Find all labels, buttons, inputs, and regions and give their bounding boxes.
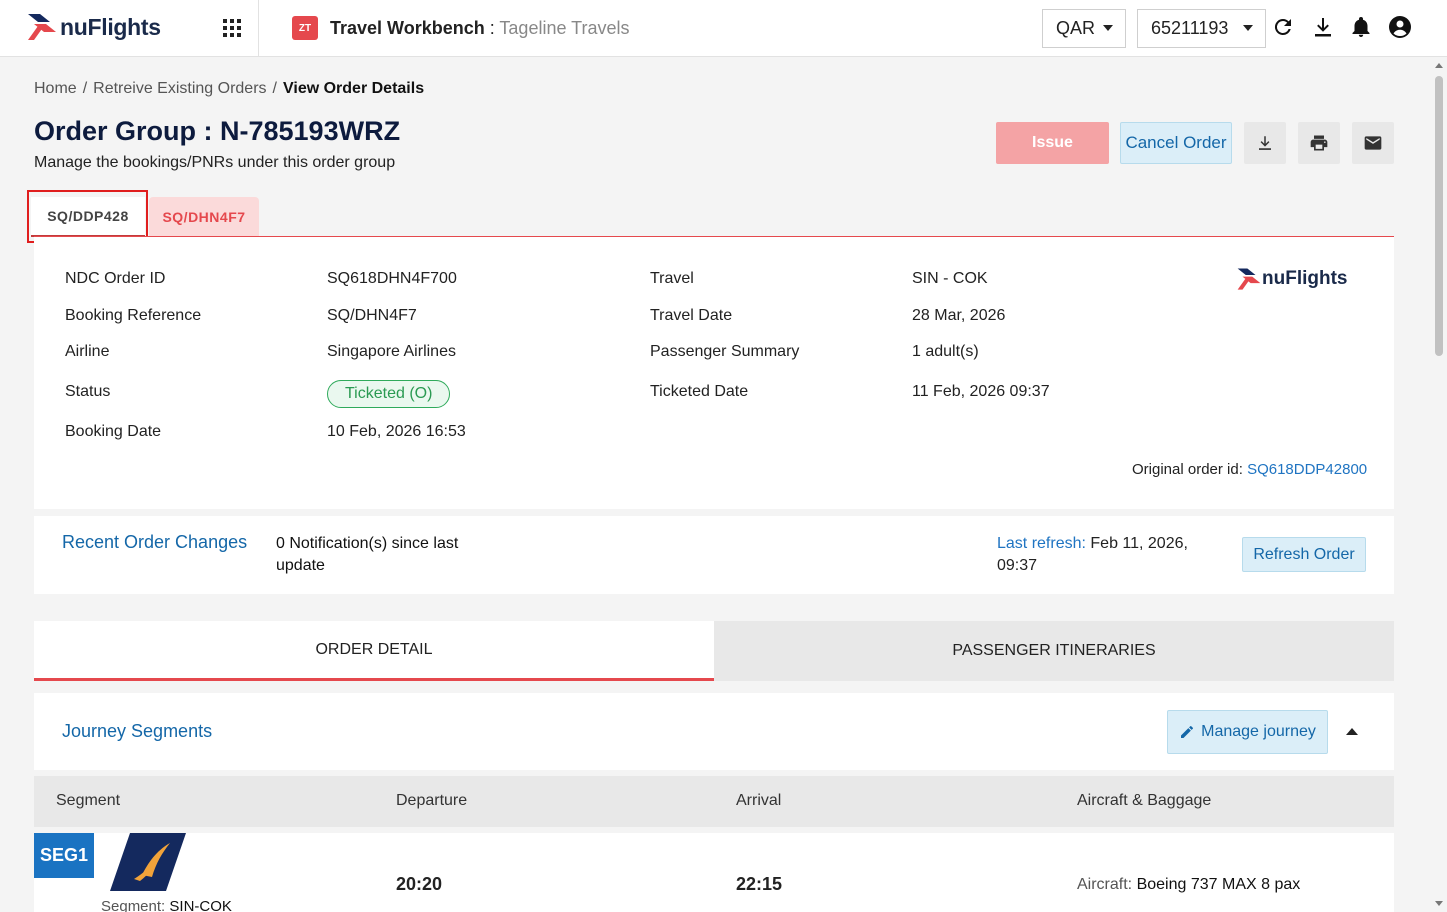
- departure-time: 20:20: [396, 874, 443, 894]
- page-title: Order Group : N-785193WRZ: [34, 116, 401, 146]
- nuflights-logo-mark: [28, 14, 56, 40]
- card-brand-name: nuFlights: [1262, 268, 1348, 289]
- status-label: Status: [65, 383, 111, 400]
- notification-count: 0 Notification(s) since last update: [276, 535, 459, 574]
- segment-badge: SEG1: [34, 833, 94, 878]
- chevron-down-icon: [1243, 25, 1253, 31]
- aircraft-label: Aircraft:: [1077, 876, 1133, 893]
- manage-journey-button[interactable]: Manage journey: [1167, 710, 1328, 754]
- last-refresh-label: Last refresh:: [997, 535, 1086, 552]
- passenger-summary-label: Passenger Summary: [650, 343, 800, 360]
- download-icon: [1259, 136, 1271, 150]
- ticketed-date-value: 11 Feb, 2026 09:37: [912, 383, 1050, 400]
- cancel-order-button[interactable]: Cancel Order: [1120, 122, 1232, 164]
- breadcrumb: Home / Retreive Existing Orders / View O…: [34, 80, 424, 98]
- original-order-link[interactable]: SQ618DDP42800: [1247, 461, 1367, 478]
- email-button[interactable]: [1352, 122, 1394, 164]
- column-segment: Segment: [56, 792, 121, 809]
- breadcrumb-separator: /: [272, 80, 277, 97]
- segment-route-label: Segment:: [101, 898, 166, 912]
- account-select[interactable]: 65211193: [1137, 9, 1266, 48]
- account-value: 65211193: [1151, 18, 1229, 38]
- refresh-icon[interactable]: [1271, 15, 1295, 39]
- breadcrumb-current: View Order Details: [282, 80, 425, 97]
- original-order: Original order id: SQ618DDP42800: [1132, 461, 1367, 478]
- download-order-button[interactable]: [1244, 122, 1286, 164]
- issue-button[interactable]: Issue: [996, 122, 1109, 164]
- brand-name: nuFlights: [60, 13, 161, 40]
- pencil-icon: [1181, 725, 1194, 738]
- travel-label: Travel: [650, 270, 694, 287]
- ndc-order-id-value: SQ618DHN4F700: [327, 270, 457, 287]
- travel-date-label: Travel Date: [650, 307, 733, 324]
- tab-order-detail[interactable]: ORDER DETAIL: [34, 621, 714, 681]
- aircraft-info: Aircraft: Boeing 737 MAX 8 pax: [1077, 876, 1300, 894]
- booking-reference-value: SQ/DHN4F7: [327, 307, 417, 324]
- currency-select[interactable]: QAR: [1042, 9, 1126, 48]
- column-departure: Departure: [396, 792, 468, 809]
- airline-value: Singapore Airlines: [327, 343, 456, 360]
- breadcrumb-home[interactable]: Home: [34, 80, 77, 98]
- table-row: [34, 833, 1394, 912]
- booking-date-label: Booking Date: [65, 423, 162, 440]
- segment-route: Segment: SIN-COK: [101, 898, 232, 912]
- travel-value: SIN - COK: [912, 270, 988, 287]
- column-aircraft-baggage: Aircraft & Baggage: [1077, 792, 1212, 809]
- arrival-time: 22:15: [736, 874, 783, 894]
- segment-route-value: SIN-COK: [169, 898, 232, 912]
- currency-value: QAR: [1056, 18, 1096, 38]
- brand-logo[interactable]: nuFlights: [26, 12, 161, 42]
- booking-reference-label: Booking Reference: [65, 307, 202, 324]
- status-badge: Ticketed (O): [327, 380, 451, 408]
- ticketed-date-label: Ticketed Date: [650, 383, 749, 400]
- journey-segments-title: Journey Segments: [62, 721, 213, 741]
- breadcrumb-retrieve-orders[interactable]: Retreive Existing Orders: [93, 80, 266, 98]
- mail-icon: [1364, 136, 1382, 150]
- print-icon: [1310, 135, 1328, 151]
- top-bar: nuFlights ZT Travel Workbench : Tageline…: [0, 0, 1447, 57]
- download-icon[interactable]: [1311, 15, 1335, 39]
- print-button[interactable]: [1298, 122, 1340, 164]
- user-account-icon[interactable]: [1388, 15, 1412, 39]
- manage-journey-label: Manage journey: [1201, 723, 1316, 740]
- last-refresh: Last refresh: Feb 11, 2026, 09:37: [997, 533, 1197, 577]
- apps-grid-icon[interactable]: [222, 18, 242, 38]
- workbench-icon: ZT: [292, 16, 318, 40]
- bell-icon[interactable]: [1349, 15, 1373, 39]
- booking-date-value: 10 Feb, 2026 16:53: [327, 423, 466, 440]
- airline-label: Airline: [65, 343, 110, 360]
- workbench-name: Travel Workbench: [330, 18, 485, 38]
- aircraft-value: Boeing 737 MAX 8 pax: [1136, 876, 1301, 893]
- nuflights-logo-mark: [1237, 268, 1261, 290]
- agency-name: Tageline Travels: [499, 18, 630, 38]
- breadcrumb-separator: /: [82, 80, 88, 97]
- ndc-order-id-label: NDC Order ID: [65, 270, 166, 287]
- order-tab-dhn4f7[interactable]: SQ/DHN4F7: [149, 197, 259, 237]
- passenger-summary-value: 1 adult(s): [912, 343, 979, 360]
- chevron-up-icon[interactable]: [1346, 728, 1358, 735]
- chevron-down-icon: [1103, 25, 1113, 31]
- tab-passenger-itineraries[interactable]: PASSENGER ITINERARIES: [714, 621, 1394, 681]
- scroll-up-arrow[interactable]: [1435, 63, 1443, 68]
- scroll-down-arrow[interactable]: [1435, 901, 1443, 906]
- workbench-title: Travel Workbench : Tageline Travels: [330, 18, 630, 39]
- page-subtitle: Manage the bookings/PNRs under this orde…: [34, 154, 396, 171]
- page-scrollbar[interactable]: [1431, 57, 1447, 912]
- column-arrival: Arrival: [736, 792, 782, 809]
- scrollbar-thumb[interactable]: [1435, 76, 1443, 356]
- travel-date-value: 28 Mar, 2026: [912, 307, 1006, 324]
- recent-changes-title: Recent Order Changes: [62, 532, 248, 552]
- header-divider: [258, 0, 259, 57]
- original-order-label: Original order id:: [1132, 461, 1243, 478]
- airline-tail-logo: [110, 833, 186, 891]
- title-separator: :: [484, 18, 500, 38]
- refresh-order-button[interactable]: Refresh Order: [1242, 537, 1366, 572]
- card-brand-logo: nuFlights: [1236, 266, 1347, 292]
